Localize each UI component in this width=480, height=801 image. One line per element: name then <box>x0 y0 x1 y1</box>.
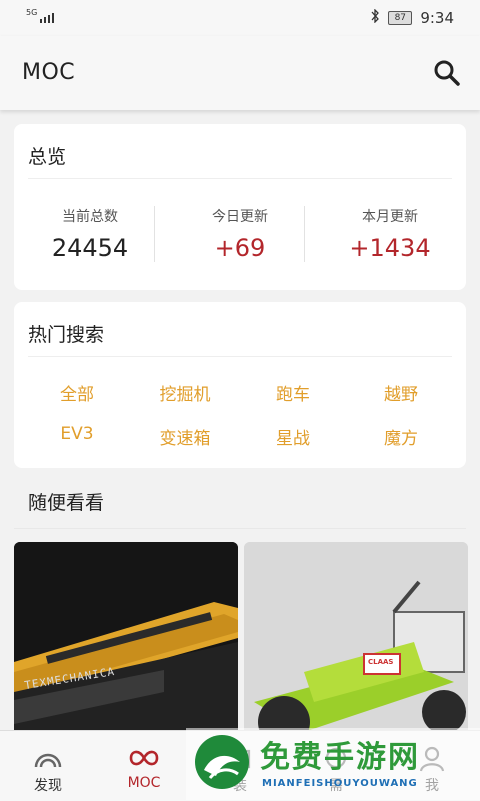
divider <box>28 356 452 357</box>
watermark-overlay: 免费手游网 MIANFEISHOUYOUWANG <box>186 728 480 800</box>
search-tag[interactable]: 魔方 <box>346 424 456 449</box>
divider <box>28 178 452 179</box>
overview-card: 总览 当前总数 24454 今日更新 +69 本月更新 +1434 <box>14 124 466 290</box>
stat-total: 当前总数 24454 <box>20 206 160 262</box>
search-tag[interactable]: 跑车 <box>238 380 348 405</box>
stat-value: 24454 <box>51 234 129 262</box>
network-type: 5G <box>26 8 38 17</box>
watermark-subtitle: MIANFEISHOUYOUWANG <box>262 778 418 789</box>
stat-label: 本月更新 <box>362 209 418 225</box>
watermark-logo <box>195 735 249 789</box>
tab-moc[interactable]: MOC <box>96 731 192 801</box>
divider <box>14 528 466 529</box>
signal-bar <box>48 15 51 23</box>
overview-title: 总览 <box>28 146 67 168</box>
app-bar: MOC <box>0 36 480 110</box>
browse-title: 随便看看 <box>28 492 105 514</box>
excavator-image <box>14 542 238 742</box>
status-bar: 5G 87 9:34 <box>0 0 480 36</box>
moc-thumbnail[interactable]: TEXMECHANICA <box>14 542 238 742</box>
thumbnail-caption: CLAAS <box>368 658 394 666</box>
stat-label: 当前总数 <box>62 209 118 225</box>
search-tag[interactable]: 越野 <box>346 380 456 405</box>
signal-indicator: 5G <box>26 9 55 23</box>
stat-separator <box>304 206 305 262</box>
search-button[interactable] <box>432 58 462 88</box>
tab-label: MOC <box>127 775 161 791</box>
signal-bar <box>40 19 43 23</box>
stat-month: 本月更新 +1434 <box>320 206 460 262</box>
stat-value: +69 <box>214 234 266 262</box>
signal-bar <box>44 17 47 23</box>
signal-bar <box>52 13 55 23</box>
clock: 9:34 <box>420 9 454 27</box>
watermark-title: 免费手游网 <box>260 740 420 775</box>
rainbow-icon <box>34 753 62 768</box>
search-tag[interactable]: 变速箱 <box>130 424 240 449</box>
tractor-image <box>244 542 468 742</box>
infinity-icon <box>129 750 159 766</box>
hot-search-title: 热门搜索 <box>28 324 105 346</box>
stat-today: 今日更新 +69 <box>170 206 310 262</box>
moc-thumbnail[interactable]: CLAAS <box>244 542 468 742</box>
bluetooth-icon <box>370 8 380 27</box>
search-tag[interactable]: 全部 <box>22 380 132 405</box>
search-tag[interactable]: EV3 <box>22 424 132 444</box>
tab-discover[interactable]: 发现 <box>0 731 96 801</box>
search-tag[interactable]: 星战 <box>238 424 348 449</box>
battery-indicator: 87 <box>388 11 413 25</box>
hot-search-card: 热门搜索 全部 挖掘机 跑车 越野 EV3 变速箱 星战 魔方 <box>14 302 466 468</box>
search-icon <box>434 60 460 86</box>
search-tag[interactable]: 挖掘机 <box>130 380 240 405</box>
stat-value: +1434 <box>349 234 431 262</box>
stat-label: 今日更新 <box>212 209 268 225</box>
stat-separator <box>154 206 155 262</box>
tab-label: 发现 <box>34 778 62 794</box>
app-title: MOC <box>22 60 76 85</box>
